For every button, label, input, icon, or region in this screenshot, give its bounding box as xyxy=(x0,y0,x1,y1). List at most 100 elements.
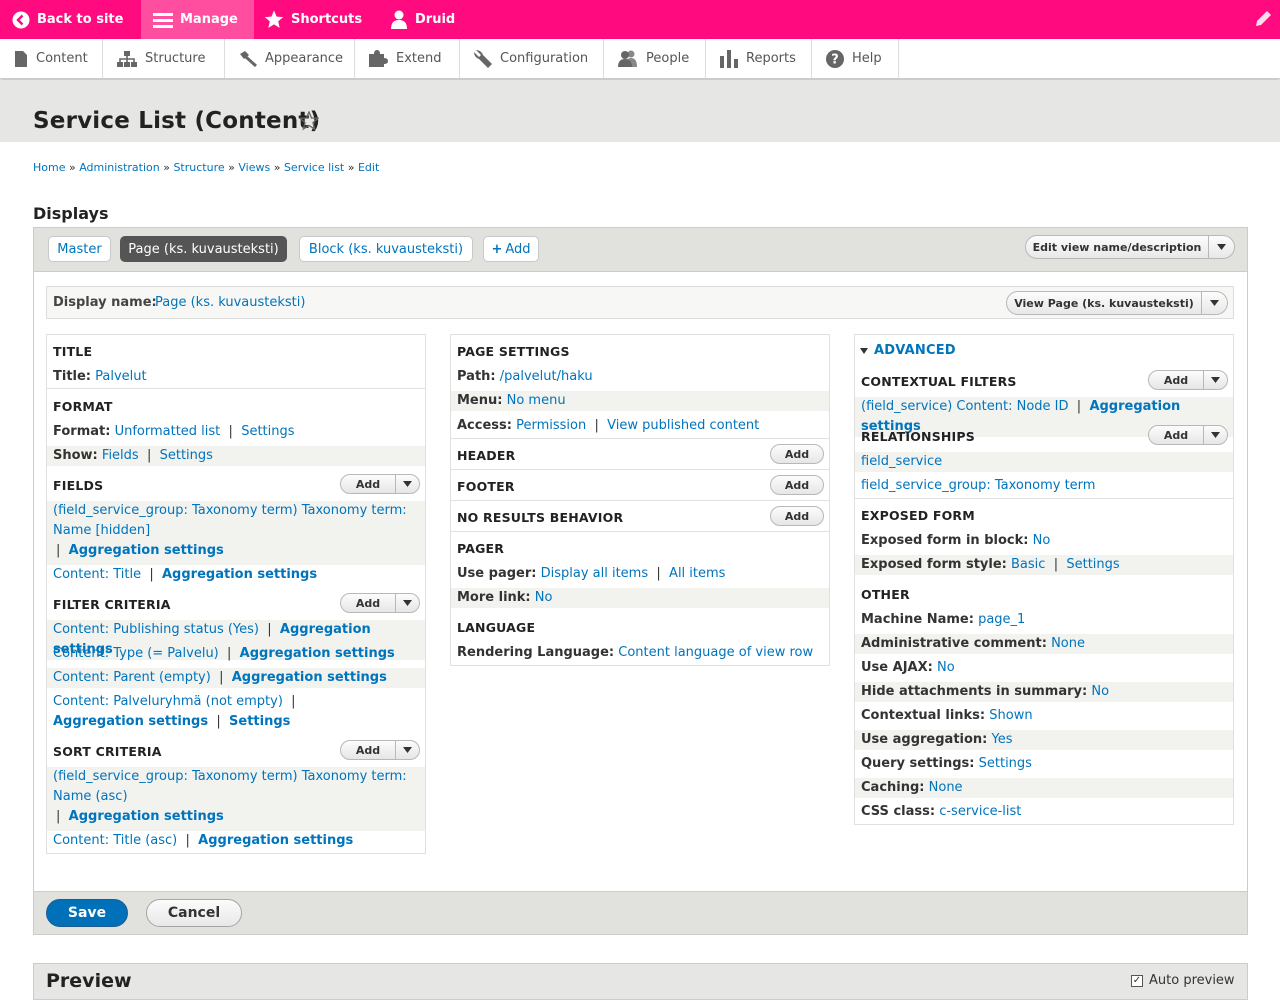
rendering-language-row[interactable]: Rendering Language: Content language of … xyxy=(451,643,829,663)
aggregation-settings-link[interactable]: Aggregation settings xyxy=(162,567,317,582)
show-value[interactable]: Fields xyxy=(102,448,139,463)
manage-tab[interactable]: Manage xyxy=(141,0,254,39)
chevron-down-icon[interactable] xyxy=(1203,426,1227,444)
format-row[interactable]: Format: Unformatted list | Settings xyxy=(47,422,425,442)
menu-item-content[interactable]: Content xyxy=(0,39,103,78)
contextual-links-value[interactable]: Shown xyxy=(989,708,1032,723)
show-row[interactable]: Show: Fields | Settings xyxy=(47,446,425,466)
filter-row[interactable]: Content: Parent (empty) | Aggregation se… xyxy=(47,668,425,688)
field-taxonomy-link-cont[interactable]: Name [hidden] xyxy=(53,523,150,538)
menu-item-appearance[interactable]: Appearance xyxy=(225,39,355,78)
format-value[interactable]: Unformatted list xyxy=(115,424,221,439)
chevron-down-icon[interactable] xyxy=(1208,236,1234,258)
tab-block[interactable]: Block (ks. kuvausteksti) xyxy=(299,236,473,262)
tab-master[interactable]: Master xyxy=(48,236,111,262)
access-value[interactable]: Permission xyxy=(516,418,586,433)
tab-page[interactable]: Page (ks. kuvausteksti) xyxy=(120,236,287,262)
exposed-block-row[interactable]: Exposed form in block: No xyxy=(855,531,1233,551)
filter-link[interactable]: Content: Palveluryhmä (not empty) xyxy=(53,694,283,709)
use-aggregation-value[interactable]: Yes xyxy=(992,732,1013,747)
chevron-down-icon[interactable] xyxy=(395,475,419,493)
footer-add-button[interactable]: Add xyxy=(770,475,824,495)
relationship-row[interactable]: field_service xyxy=(855,452,1233,472)
caching-value[interactable]: None xyxy=(929,780,963,795)
relationship-row[interactable]: field_service_group: Taxonomy term xyxy=(855,476,1233,496)
pager-options-link[interactable]: All items xyxy=(669,566,725,581)
hide-attachments-value[interactable]: No xyxy=(1091,684,1109,699)
relationships-add-button[interactable]: Add xyxy=(1148,425,1228,445)
contextual-links-row[interactable]: Contextual links: Shown xyxy=(855,706,1233,726)
breadcrumb-administration[interactable]: Administration xyxy=(79,161,160,174)
sort-taxonomy-link[interactable]: (field_service_group: Taxonomy term) Tax… xyxy=(53,769,407,784)
sort-taxonomy-link-cont[interactable]: Name (asc) xyxy=(53,789,128,804)
menu-value[interactable]: No menu xyxy=(507,393,566,408)
chevron-down-icon[interactable] xyxy=(1203,371,1227,389)
title-value[interactable]: Palvelut xyxy=(95,369,146,384)
shortcuts-tab[interactable]: Shortcuts xyxy=(264,0,362,39)
css-class-row[interactable]: CSS class: c-service-list xyxy=(855,802,1233,822)
aggregation-settings-link[interactable]: Aggregation settings xyxy=(53,714,208,729)
view-page-button[interactable]: View Page (ks. kuvausteksti) xyxy=(1006,291,1228,315)
machine-name-row[interactable]: Machine Name: page_1 xyxy=(855,610,1233,630)
access-settings-link[interactable]: View published content xyxy=(607,418,759,433)
menu-item-reports[interactable]: Reports xyxy=(706,39,812,78)
breadcrumb-edit[interactable]: Edit xyxy=(358,161,379,174)
sort-title-link[interactable]: Content: Title (asc) xyxy=(53,833,177,848)
use-ajax-value[interactable]: No xyxy=(937,660,955,675)
filter-row[interactable]: Content: Type (= Palvelu) | Aggregation … xyxy=(47,644,425,664)
auto-preview-checkbox[interactable]: ✓ xyxy=(1131,974,1143,987)
sort-add-button[interactable]: Add xyxy=(340,740,420,760)
menu-item-help[interactable]: ? Help xyxy=(812,39,899,78)
contextual-filter-link[interactable]: (field_service) Content: Node ID xyxy=(861,399,1069,414)
star-shortcut-icon[interactable] xyxy=(299,111,319,131)
use-pager-row[interactable]: Use pager: Display all items | All items xyxy=(451,564,829,584)
filter-settings-link[interactable]: Settings xyxy=(229,714,290,729)
relationship-link[interactable]: field_service_group: Taxonomy term xyxy=(861,478,1095,493)
css-class-value[interactable]: c-service-list xyxy=(939,804,1021,819)
use-aggregation-row[interactable]: Use aggregation: Yes xyxy=(855,730,1233,750)
access-row[interactable]: Access: Permission | View published cont… xyxy=(451,416,829,436)
filter-row[interactable]: Content: Palveluryhmä (not empty) | Aggr… xyxy=(47,692,425,734)
path-row[interactable]: Path: /palvelut/haku xyxy=(451,367,829,387)
save-button[interactable]: Save xyxy=(46,899,128,927)
filter-link[interactable]: Content: Publishing status (Yes) xyxy=(53,622,259,637)
chevron-down-icon[interactable] xyxy=(395,741,419,759)
more-link-row[interactable]: More link: No xyxy=(451,588,829,608)
filter-link[interactable]: Content: Type (= Palvelu) xyxy=(53,646,219,661)
show-settings-link[interactable]: Settings xyxy=(160,448,213,463)
aggregation-settings-link[interactable]: Aggregation settings xyxy=(232,670,387,685)
format-settings-link[interactable]: Settings xyxy=(241,424,294,439)
breadcrumb-service-list[interactable]: Service list xyxy=(284,161,344,174)
use-ajax-row[interactable]: Use AJAX: No xyxy=(855,658,1233,678)
admin-comment-value[interactable]: None xyxy=(1051,636,1085,651)
field-title-link[interactable]: Content: Title xyxy=(53,567,141,582)
no-results-add-button[interactable]: Add xyxy=(770,506,824,526)
user-tab[interactable]: Druid xyxy=(390,0,455,39)
exposed-style-row[interactable]: Exposed form style: Basic | Settings xyxy=(855,555,1233,575)
sort-row[interactable]: Content: Title (asc) | Aggregation setti… xyxy=(47,831,425,851)
query-settings-value[interactable]: Settings xyxy=(979,756,1032,771)
edit-view-name-button[interactable]: Edit view name/description xyxy=(1025,235,1235,259)
menu-item-people[interactable]: People xyxy=(604,39,706,78)
chevron-down-icon[interactable] xyxy=(1201,292,1227,314)
aggregation-settings-link[interactable]: Aggregation settings xyxy=(69,543,224,558)
exposed-style-value[interactable]: Basic xyxy=(1011,557,1045,572)
machine-name-value[interactable]: page_1 xyxy=(978,612,1025,627)
breadcrumb-home[interactable]: Home xyxy=(33,161,65,174)
exposed-block-value[interactable]: No xyxy=(1033,533,1051,548)
add-display-button[interactable]: + Add xyxy=(483,236,539,262)
exposed-style-settings-link[interactable]: Settings xyxy=(1066,557,1119,572)
field-row[interactable]: Content: Title | Aggregation settings xyxy=(47,565,425,585)
advanced-toggle[interactable]: ADVANCED xyxy=(860,343,956,358)
aggregation-settings-link[interactable]: Aggregation settings xyxy=(198,833,353,848)
hide-attachments-row[interactable]: Hide attachments in summary: No xyxy=(855,682,1233,702)
caching-row[interactable]: Caching: None xyxy=(855,778,1233,798)
relationship-link[interactable]: field_service xyxy=(861,454,942,469)
menu-item-configuration[interactable]: Configuration xyxy=(460,39,604,78)
admin-comment-row[interactable]: Administrative comment: None xyxy=(855,634,1233,654)
header-add-button[interactable]: Add xyxy=(770,444,824,464)
display-name-value[interactable]: Page (ks. kuvausteksti) xyxy=(155,295,305,310)
menu-item-structure[interactable]: Structure xyxy=(103,39,225,78)
breadcrumb-structure[interactable]: Structure xyxy=(173,161,224,174)
sort-row[interactable]: (field_service_group: Taxonomy term) Tax… xyxy=(47,767,425,831)
